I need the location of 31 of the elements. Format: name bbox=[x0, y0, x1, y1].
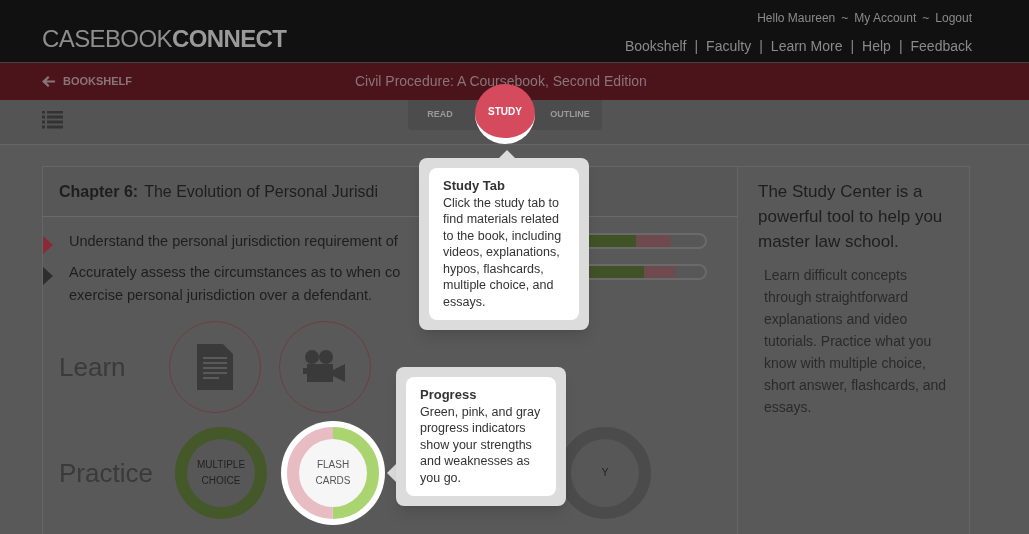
tab[interactable]: OUTLINE bbox=[538, 100, 602, 130]
account-link[interactable]: Logout bbox=[935, 9, 972, 27]
separator: | bbox=[850, 37, 855, 56]
back-link[interactable]: BOOKSHELF bbox=[42, 73, 133, 90]
progress-ring[interactable]: FLASH CARDS bbox=[281, 421, 385, 525]
nav-link[interactable]: Learn More bbox=[770, 36, 843, 57]
chapter-number: Chapter 6: bbox=[59, 181, 139, 202]
nav-link[interactable]: Faculty bbox=[706, 36, 752, 57]
separator: | bbox=[694, 37, 699, 56]
sidebar-heading: The Study Center is a powerful tool to help you master law school. bbox=[758, 181, 944, 253]
separator: ~ bbox=[922, 10, 930, 27]
logo[interactable]: CASEBOOKCONNECT bbox=[42, 21, 287, 57]
nav-link[interactable]: Feedback bbox=[910, 36, 972, 57]
video-camera-icon bbox=[303, 350, 347, 384]
separator: | bbox=[898, 37, 903, 56]
tooltip-title: Study Tab bbox=[443, 178, 506, 195]
account-link[interactable]: My Account bbox=[854, 9, 917, 27]
tooltip-text: Click the study tab to find materials related to the book, including videos, explanations, hypos, flashcards, multiple choice, and essays. bbox=[443, 194, 563, 310]
nav-link[interactable]: Bookshelf bbox=[624, 36, 687, 57]
document-icon bbox=[197, 344, 233, 390]
ring-label: FLASH CARDS bbox=[314, 458, 352, 488]
tooltip-title: Progress bbox=[420, 387, 478, 404]
account-link[interactable]: Hello Maureen bbox=[757, 9, 836, 27]
tab[interactable]: READ bbox=[408, 100, 472, 130]
separator: | bbox=[759, 37, 763, 56]
chapter-title: The Evolution of Personal Jurisdi bbox=[144, 181, 379, 202]
nav-link[interactable]: Help bbox=[862, 36, 891, 57]
menu-icon[interactable] bbox=[42, 111, 63, 129]
separator: ~ bbox=[841, 10, 849, 27]
back-arrow-icon bbox=[42, 76, 55, 87]
tooltip-text: Green, pink, and gray progress indicators show your strengths and weaknesses as you go. bbox=[420, 403, 542, 486]
